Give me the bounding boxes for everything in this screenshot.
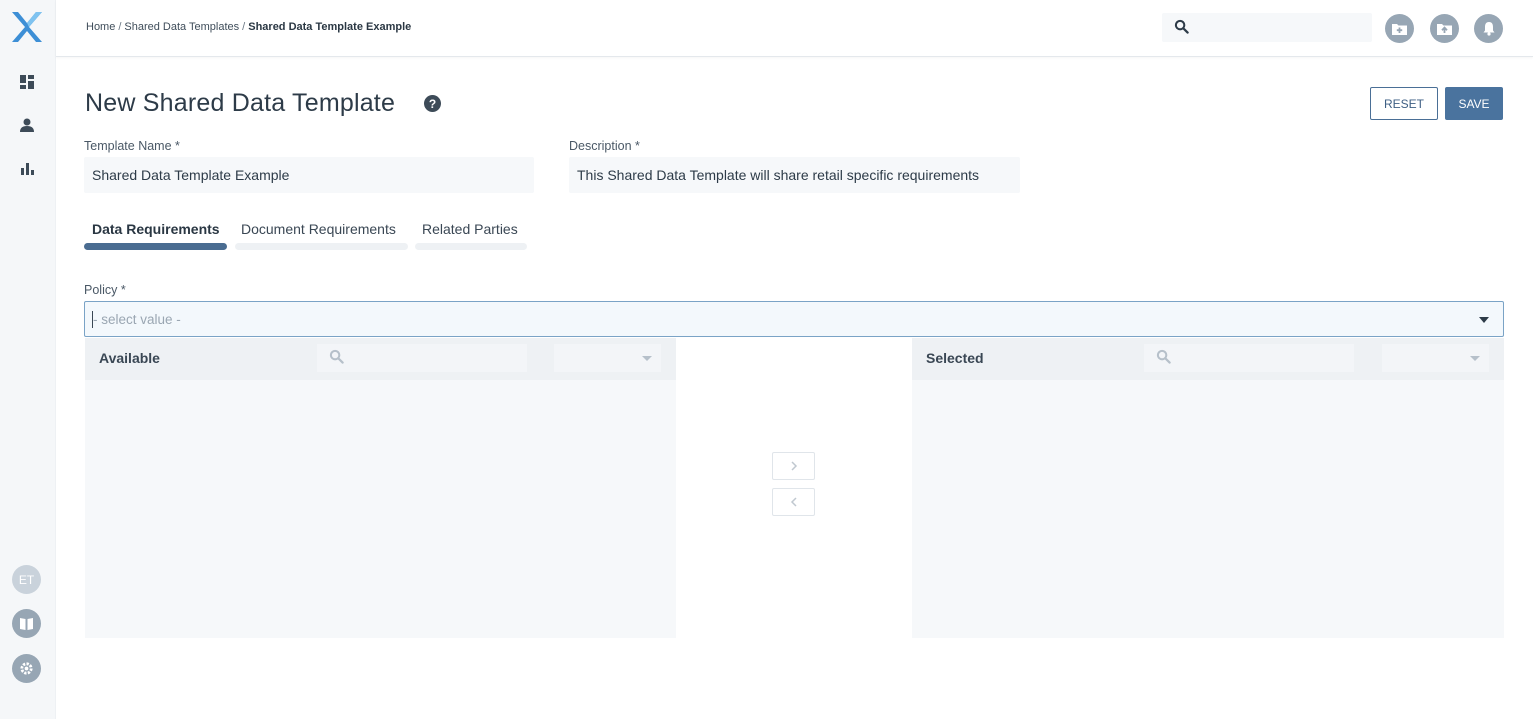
available-filter-dropdown[interactable] [554,344,661,372]
available-list-header: Available [85,338,676,380]
tab-indicator [415,243,527,250]
help-icon[interactable]: ? [424,95,441,112]
template-name-field[interactable]: Shared Data Template Example [84,157,534,193]
available-search [317,344,527,372]
breadcrumb-shared-data-templates[interactable]: Shared Data Templates [124,21,239,33]
upload-folder-icon[interactable] [1430,14,1459,43]
bell-icon[interactable] [1474,14,1503,43]
page-title: New Shared Data Template [85,89,396,117]
selected-list-header: Selected [912,338,1504,380]
chevron-down-icon [1479,317,1489,323]
available-search-input[interactable] [351,344,521,372]
breadcrumb-separator: / [118,21,122,33]
selected-list-title: Selected [926,350,984,366]
breadcrumb-home[interactable]: Home [86,21,115,33]
chevron-left-icon [790,497,797,507]
chevron-right-icon [790,461,797,471]
chevron-down-icon [1470,356,1480,361]
available-list: Available [85,338,676,638]
add-folder-icon[interactable] [1385,14,1414,43]
search-icon [329,349,344,369]
breadcrumb: Home / Shared Data Templates / Shared Data T… [86,21,411,33]
move-right-button[interactable] [772,452,815,480]
move-left-button[interactable] [772,488,815,516]
selected-filter-dropdown[interactable] [1382,344,1489,372]
avatar[interactable]: ET [12,565,41,594]
policy-label: Policy * [84,283,126,297]
gear-icon[interactable] [12,654,41,683]
sidebar: ET [0,0,56,719]
top-bar: Home / Shared Data Templates / Shared Data T… [56,0,1533,57]
selected-search [1144,344,1354,372]
template-name-label: Template Name * [84,139,180,153]
policy-select[interactable]: - select value - [84,301,1504,337]
dashboard-icon[interactable] [17,72,37,92]
search-icon [1174,19,1189,39]
reset-button[interactable]: RESET [1370,87,1438,120]
breadcrumb-current: Shared Data Template Example [248,21,412,33]
available-list-title: Available [99,350,160,366]
chevron-down-icon [642,356,652,361]
selected-list: Selected [912,338,1504,638]
breadcrumb-separator: / [242,21,246,33]
selected-search-input[interactable] [1178,344,1348,372]
search-icon [1156,349,1171,369]
description-label: Description * [569,139,640,153]
policy-placeholder: - select value - [93,312,181,327]
global-search-input[interactable] [1196,13,1366,42]
user-icon[interactable] [17,115,37,135]
description-field[interactable]: This Shared Data Template will share ret… [569,157,1020,193]
tab-data-requirements[interactable]: Data Requirements [92,221,220,237]
tab-document-requirements[interactable]: Document Requirements [241,221,396,237]
save-button[interactable]: SAVE [1445,87,1503,120]
tab-indicator-active [84,243,227,250]
tab-related-parties[interactable]: Related Parties [422,221,518,237]
global-search [1162,13,1372,42]
book-icon[interactable] [12,609,41,638]
tab-indicator [235,243,408,250]
bar-chart-icon[interactable] [17,158,37,178]
x-logo-icon[interactable] [10,10,44,44]
